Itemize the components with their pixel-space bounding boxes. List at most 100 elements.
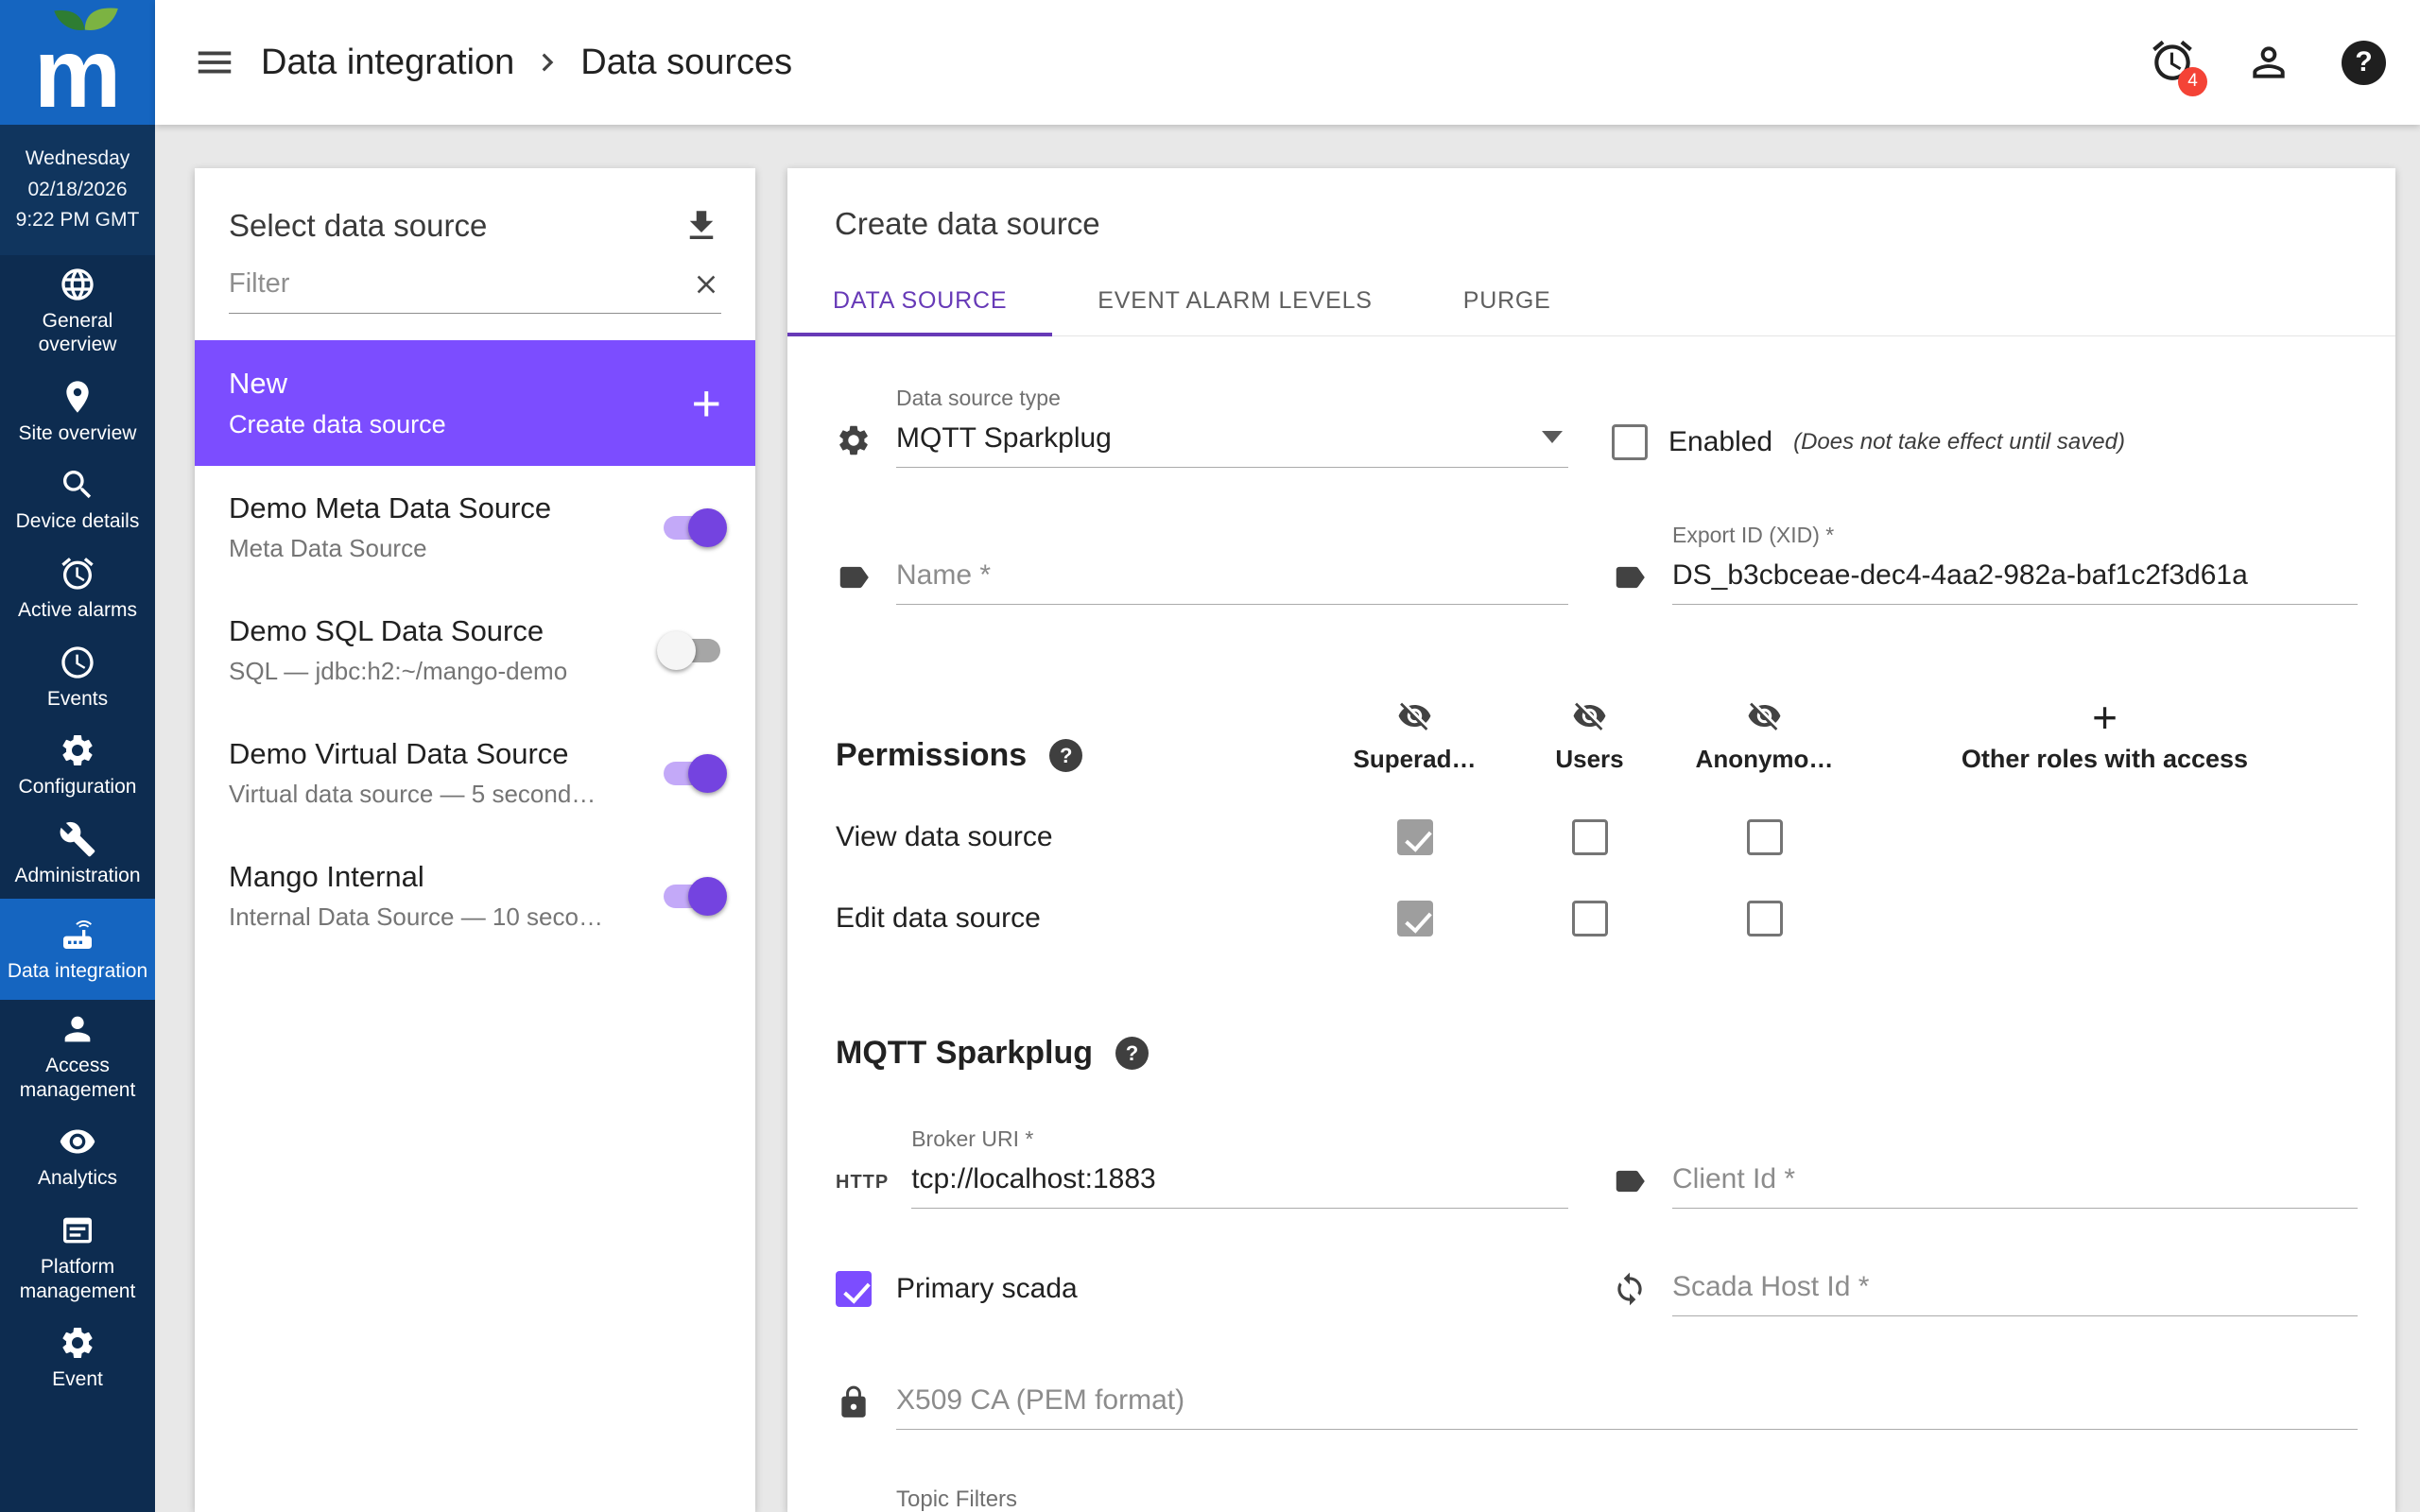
sidebar-item-analytics[interactable]: Analytics [0, 1112, 155, 1201]
permissions-heading: Permissions ? [836, 737, 1327, 774]
sidebar-nav: General overview Site overview Device de… [0, 255, 155, 1512]
sidebar-item-label: Analytics [37, 1167, 118, 1190]
sidebar-item-administration[interactable]: Administration [0, 810, 155, 899]
source-panel-title: Select data source [229, 208, 488, 243]
breadcrumb-data-integration[interactable]: Data integration [261, 43, 514, 83]
view-users-checkbox[interactable] [1571, 819, 1608, 855]
menu-icon[interactable] [193, 41, 236, 84]
list-item-text: Demo SQL Data Source SQL — jdbc:h2:~/man… [229, 614, 644, 686]
download-icon[interactable] [682, 206, 721, 246]
help-button[interactable]: ? [2342, 40, 2386, 85]
window-icon [59, 1211, 96, 1249]
enabled-toggle[interactable] [657, 627, 727, 673]
primary-scada-group: Primary scada [836, 1271, 1078, 1316]
sidebar-item-configuration[interactable]: Configuration [0, 721, 155, 810]
list-item-title: Demo Virtual Data Source [229, 737, 569, 770]
list-item-text: Demo Meta Data Source Meta Data Source [229, 491, 644, 563]
view-anonymous-checkbox[interactable] [1746, 819, 1783, 855]
list-item-demo-sql[interactable]: Demo SQL Data Source SQL — jdbc:h2:~/man… [195, 589, 755, 712]
list-item-subtitle: Internal Data Source — 10 seco… [229, 902, 603, 931]
edit-superadmin-checkbox[interactable] [1396, 901, 1433, 936]
logo-leaves-icon [54, 8, 118, 30]
sidebar: m Wednesday 02/18/2026 9:22 PM GMT Gener… [0, 0, 155, 1512]
x509-ca-input[interactable] [896, 1384, 2358, 1430]
new-data-source-item[interactable]: New Create data source + [195, 340, 755, 466]
enabled-toggle[interactable] [657, 750, 727, 796]
enabled-checkbox[interactable] [1612, 424, 1648, 460]
tag-icon [1612, 1163, 1648, 1199]
clock-date: 02/18/2026 [27, 178, 128, 200]
sidebar-item-data-integration[interactable]: Data integration [0, 898, 155, 1001]
content: Select data source New Create data sourc… [155, 125, 2420, 1512]
search-icon [59, 466, 96, 504]
broker-uri-input[interactable] [911, 1163, 1568, 1209]
filter-input[interactable] [229, 268, 691, 300]
list-item-subtitle: SQL — jdbc:h2:~/mango-demo [229, 657, 568, 685]
person-icon [59, 1010, 96, 1048]
sidebar-item-label: Active alarms [17, 599, 138, 622]
logo-letter: m [33, 19, 122, 129]
add-role-button[interactable]: + Other roles with access [1852, 696, 2358, 774]
enabled-toggle[interactable] [657, 505, 727, 550]
tag-icon [1612, 559, 1648, 595]
globe-icon [59, 266, 96, 303]
permission-row-label: Edit data source [836, 902, 1041, 934]
sidebar-item-events[interactable]: Events [0, 633, 155, 722]
column-users: Users [1502, 698, 1677, 774]
topbar: Data integration Data sources 4 ? [155, 0, 2420, 125]
clock-weekday: Wednesday [25, 147, 130, 169]
row-broker-client: HTTP Broker URI * [836, 1126, 2358, 1209]
sidebar-item-label: Platform management [19, 1255, 136, 1302]
scada-host-id-input[interactable] [1672, 1271, 2358, 1316]
main-area: Data integration Data sources 4 ? Select… [155, 0, 2420, 1512]
edit-users-checkbox[interactable] [1571, 901, 1608, 936]
user-button[interactable] [2245, 39, 2292, 86]
plus-icon: + [2092, 693, 2118, 742]
permission-row-view: View data source [836, 819, 2358, 855]
sidebar-item-site-overview[interactable]: Site overview [0, 368, 155, 456]
eye-icon [59, 1123, 96, 1160]
type-value: MQTT Sparkplug [896, 422, 1112, 454]
enabled-toggle[interactable] [657, 873, 727, 919]
http-protocol-icon: HTTP [836, 1172, 890, 1193]
enabled-note: (Does not take effect until saved) [1793, 429, 2125, 455]
mango-logo[interactable]: m [0, 0, 155, 125]
editor-tabs: DATA SOURCE EVENT ALARM LEVELS PURGE [787, 268, 2395, 336]
sidebar-item-event[interactable]: Event [0, 1314, 155, 1402]
alarm-count-badge: 4 [2178, 66, 2207, 96]
gear-icon [836, 422, 872, 458]
list-item-text: Mango Internal Internal Data Source — 10… [229, 860, 644, 932]
new-item-subtitle: Create data source [229, 410, 446, 438]
tab-purge[interactable]: PURGE [1418, 268, 1597, 335]
sidebar-item-platform-management[interactable]: Platform management [0, 1201, 155, 1314]
xid-input[interactable] [1672, 559, 2358, 605]
list-item-text: Demo Virtual Data Source Virtual data so… [229, 737, 644, 809]
primary-scada-checkbox[interactable] [836, 1271, 872, 1307]
list-item-demo-meta[interactable]: Demo Meta Data Source Meta Data Source [195, 466, 755, 589]
column-label: Anonymo… [1695, 745, 1834, 773]
edit-anonymous-checkbox[interactable] [1746, 901, 1783, 936]
alarms-button[interactable]: 4 [2149, 37, 2207, 96]
list-item-title: Mango Internal [229, 860, 424, 893]
permissions-help-button[interactable]: ? [1049, 739, 1083, 772]
view-superadmin-checkbox[interactable] [1396, 819, 1433, 855]
device-icon [59, 916, 96, 954]
sidebar-item-label: Data integration [7, 959, 148, 982]
data-source-type-select[interactable]: MQTT Sparkplug [896, 422, 1568, 468]
client-id-input[interactable] [1672, 1163, 2358, 1209]
mqtt-help-button[interactable]: ? [1115, 1037, 1149, 1070]
sidebar-item-device-details[interactable]: Device details [0, 455, 155, 544]
sidebar-item-general-overview[interactable]: General overview [0, 255, 155, 368]
clear-filter-icon[interactable] [691, 269, 721, 300]
list-item-demo-virtual[interactable]: Demo Virtual Data Source Virtual data so… [195, 712, 755, 834]
sidebar-item-access-management[interactable]: Access management [0, 1000, 155, 1112]
data-source-list-panel: Select data source New Create data sourc… [195, 168, 755, 1512]
tab-data-source[interactable]: DATA SOURCE [787, 268, 1053, 336]
breadcrumb-data-sources[interactable]: Data sources [580, 43, 792, 83]
mqtt-sparkplug-section: MQTT Sparkplug ? HTTP Broker URI * tcp:/… [836, 1035, 2358, 1512]
name-input[interactable] [896, 559, 1568, 605]
new-item-title: New [229, 367, 288, 400]
sidebar-item-active-alarms[interactable]: Active alarms [0, 544, 155, 633]
tab-event-alarm-levels[interactable]: EVENT ALARM LEVELS [1052, 268, 1417, 335]
list-item-mango-internal[interactable]: Mango Internal Internal Data Source — 10… [195, 834, 755, 957]
